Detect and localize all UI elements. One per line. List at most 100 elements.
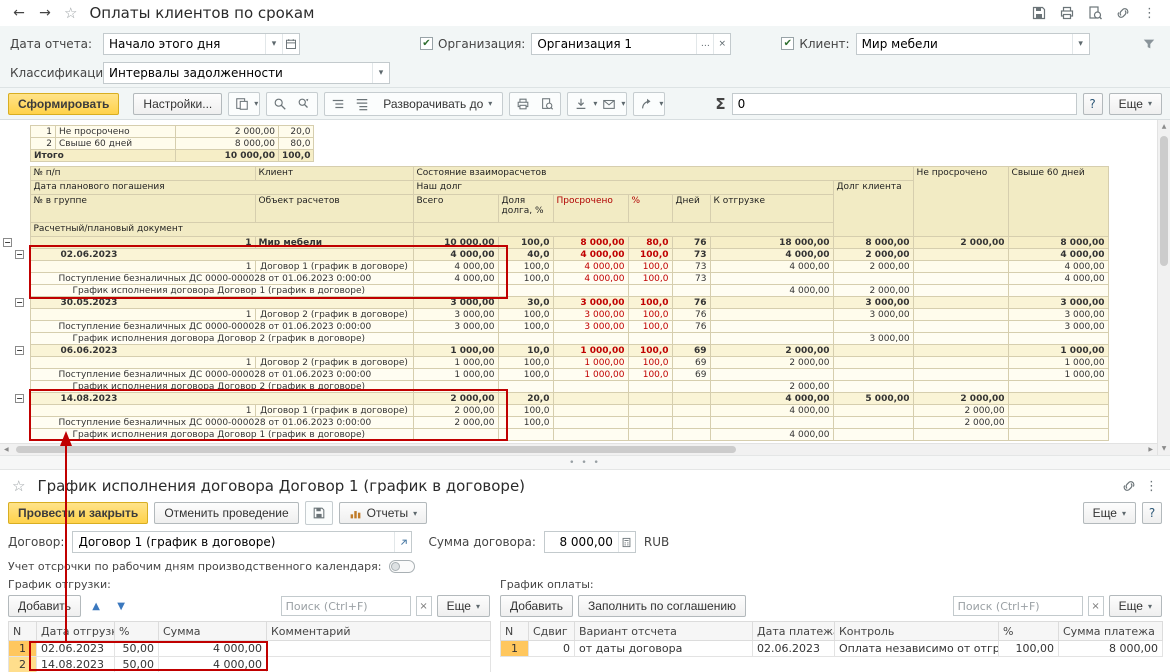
- report-cell[interactable]: 20,0: [498, 393, 553, 405]
- summary-cell[interactable]: 80,0: [279, 138, 314, 150]
- report-cell[interactable]: 76: [672, 309, 710, 321]
- summary-cell[interactable]: 2: [31, 138, 56, 150]
- report-cell[interactable]: 06.06.2023: [30, 345, 413, 357]
- report-cell[interactable]: [710, 273, 833, 285]
- report-cell[interactable]: [553, 393, 628, 405]
- report-cell[interactable]: [672, 381, 710, 393]
- report-cell[interactable]: 8 000,00: [833, 237, 913, 249]
- report-cell[interactable]: 4 000,00: [710, 393, 833, 405]
- preview-icon[interactable]: [1087, 5, 1103, 21]
- column-header[interactable]: N: [501, 622, 529, 641]
- report-cell[interactable]: 4 000,00: [553, 261, 628, 273]
- report-cell[interactable]: [413, 285, 498, 297]
- report-cell[interactable]: 2 000,00: [913, 237, 1008, 249]
- expand-groups-icon[interactable]: [350, 93, 374, 115]
- mail-icon[interactable]: [597, 93, 621, 115]
- report-cell[interactable]: 100,0: [628, 297, 672, 309]
- report-cell[interactable]: 10 000,00: [413, 237, 498, 249]
- report-cell[interactable]: 3 000,00: [1008, 297, 1108, 309]
- report-cell[interactable]: 100,0: [498, 405, 553, 417]
- report-cell[interactable]: [553, 417, 628, 429]
- report-cell[interactable]: 4 000,00: [413, 273, 498, 285]
- report-cell[interactable]: 2 000,00: [413, 393, 498, 405]
- report-cell[interactable]: 69: [672, 369, 710, 381]
- report-cell[interactable]: [913, 285, 1008, 297]
- report-cell[interactable]: [833, 405, 913, 417]
- report-cell[interactable]: [628, 381, 672, 393]
- report-cell[interactable]: [553, 405, 628, 417]
- collapse-group-icon[interactable]: −: [15, 346, 24, 355]
- report-cell[interactable]: [833, 321, 913, 333]
- report-cell[interactable]: [913, 369, 1008, 381]
- summary-cell[interactable]: 1: [31, 126, 56, 138]
- report-cell[interactable]: 80,0: [628, 237, 672, 249]
- report-cell[interactable]: 100,0: [628, 369, 672, 381]
- collapse-group-icon[interactable]: −: [15, 394, 24, 403]
- report-cell[interactable]: [628, 333, 672, 345]
- report-cell[interactable]: [913, 333, 1008, 345]
- report-cell[interactable]: График исполнения договора Договор 2 (гр…: [30, 333, 413, 345]
- report-cell[interactable]: 2 000,00: [710, 381, 833, 393]
- report-cell[interactable]: 1 000,00: [1008, 357, 1108, 369]
- summary-cell[interactable]: Итого: [31, 150, 176, 162]
- report-cell[interactable]: 100,0: [628, 321, 672, 333]
- report-cell[interactable]: 2 000,00: [710, 345, 833, 357]
- report-cell[interactable]: 3 000,00: [413, 309, 498, 321]
- report-cell[interactable]: [672, 429, 710, 441]
- row-number-cell[interactable]: 2: [9, 657, 37, 672]
- report-cell[interactable]: [913, 261, 1008, 273]
- report-cell[interactable]: [628, 285, 672, 297]
- report-cell[interactable]: 2 000,00: [913, 393, 1008, 405]
- report-cell[interactable]: [710, 417, 833, 429]
- column-header[interactable]: N: [9, 622, 37, 641]
- column-header[interactable]: Вариант отсчета: [575, 622, 753, 641]
- column-header[interactable]: %: [999, 622, 1059, 641]
- column-header[interactable]: Сдвиг: [529, 622, 575, 641]
- report-cell[interactable]: 2 000,00: [833, 261, 913, 273]
- report-cell[interactable]: 100,0: [498, 321, 553, 333]
- report-cell[interactable]: [553, 381, 628, 393]
- contract-field[interactable]: Договор 1 (график в договоре): [72, 531, 412, 553]
- report-cell[interactable]: 1: [30, 405, 255, 417]
- report-cell[interactable]: Мир мебели: [255, 237, 413, 249]
- report-cell[interactable]: [1008, 417, 1108, 429]
- report-cell[interactable]: [628, 405, 672, 417]
- report-cell[interactable]: 3 000,00: [1008, 321, 1108, 333]
- table-cell[interactable]: 8 000,00: [1059, 641, 1163, 657]
- report-cell[interactable]: Договор 1 (график в договоре): [255, 261, 413, 273]
- collapse-group-icon[interactable]: −: [15, 298, 24, 307]
- report-cell[interactable]: [1008, 429, 1108, 441]
- summary-cell[interactable]: 8 000,00: [176, 138, 279, 150]
- report-cell[interactable]: 4 000,00: [1008, 261, 1108, 273]
- report-cell[interactable]: 100,0: [498, 273, 553, 285]
- report-cell[interactable]: График исполнения договора Договор 2 (гр…: [30, 381, 413, 393]
- back-button[interactable]: ←: [8, 3, 30, 23]
- report-cell[interactable]: [628, 429, 672, 441]
- report-cell[interactable]: [710, 333, 833, 345]
- more-menu-icon[interactable]: ⋮: [1143, 6, 1156, 21]
- report-cell[interactable]: 1 000,00: [553, 357, 628, 369]
- report-cell[interactable]: [413, 381, 498, 393]
- report-cell[interactable]: [413, 429, 498, 441]
- more-button[interactable]: Еще▾: [1109, 93, 1162, 115]
- report-cell[interactable]: 100,0: [498, 237, 553, 249]
- table-cell[interactable]: [267, 641, 491, 657]
- chevron-down-icon[interactable]: ▾: [659, 99, 663, 108]
- post-and-close-button[interactable]: Провести и закрыть: [8, 502, 148, 524]
- report-cell[interactable]: 4 000,00: [1008, 249, 1108, 261]
- report-cell[interactable]: 2 000,00: [913, 405, 1008, 417]
- report-cell[interactable]: 2 000,00: [413, 417, 498, 429]
- report-cell[interactable]: 5 000,00: [833, 393, 913, 405]
- report-cell[interactable]: Договор 2 (график в договоре): [255, 309, 413, 321]
- table-cell[interactable]: 100,00: [999, 641, 1059, 657]
- report-cell[interactable]: 73: [672, 261, 710, 273]
- search-next-icon[interactable]: [292, 93, 316, 115]
- report-cell[interactable]: [710, 321, 833, 333]
- report-cell[interactable]: 100,0: [498, 309, 553, 321]
- table-cell[interactable]: от даты договора: [575, 641, 753, 657]
- report-cell[interactable]: 3 000,00: [413, 297, 498, 309]
- summary-cell[interactable]: 20,0: [279, 126, 314, 138]
- help-button[interactable]: ?: [1142, 502, 1162, 524]
- report-cell[interactable]: [498, 429, 553, 441]
- favorite-star-icon[interactable]: ☆: [12, 477, 25, 495]
